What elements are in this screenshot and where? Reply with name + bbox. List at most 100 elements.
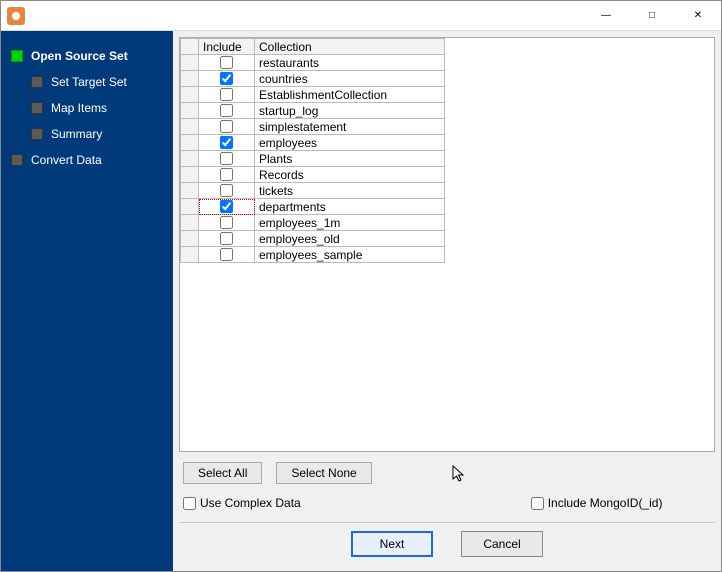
step-indicator-icon bbox=[31, 102, 43, 114]
next-button[interactable]: Next bbox=[351, 531, 433, 557]
row-header-corner bbox=[181, 39, 199, 55]
step-label: Convert Data bbox=[31, 153, 102, 167]
use-complex-data-label: Use Complex Data bbox=[200, 496, 301, 510]
table-row[interactable]: employees bbox=[181, 135, 445, 151]
use-complex-data-option[interactable]: Use Complex Data bbox=[183, 496, 301, 510]
include-cell[interactable] bbox=[199, 183, 255, 199]
row-header[interactable] bbox=[181, 151, 199, 167]
row-header[interactable] bbox=[181, 167, 199, 183]
table-row[interactable]: employees_1m bbox=[181, 215, 445, 231]
collection-name-cell[interactable]: EstablishmentCollection bbox=[255, 87, 445, 103]
table-row[interactable]: startup_log bbox=[181, 103, 445, 119]
include-cell[interactable] bbox=[199, 55, 255, 71]
collection-name-cell[interactable]: employees_old bbox=[255, 231, 445, 247]
table-row[interactable]: simplestatement bbox=[181, 119, 445, 135]
main-panel: Include Collection restaurantscountriesE… bbox=[173, 31, 721, 571]
row-header[interactable] bbox=[181, 87, 199, 103]
collection-name-cell[interactable]: employees_sample bbox=[255, 247, 445, 263]
include-cell[interactable] bbox=[199, 215, 255, 231]
include-cell[interactable] bbox=[199, 103, 255, 119]
select-none-button[interactable]: Select None bbox=[276, 462, 371, 484]
row-header[interactable] bbox=[181, 119, 199, 135]
collection-name-cell[interactable]: startup_log bbox=[255, 103, 445, 119]
include-cell[interactable] bbox=[199, 135, 255, 151]
window-controls: — □ ✕ bbox=[583, 1, 721, 31]
include-checkbox[interactable] bbox=[220, 152, 233, 165]
include-cell[interactable] bbox=[199, 231, 255, 247]
row-header[interactable] bbox=[181, 103, 199, 119]
row-header[interactable] bbox=[181, 71, 199, 87]
include-checkbox[interactable] bbox=[220, 136, 233, 149]
wizard-steps-sidebar: Open Source Set Set Target Set Map Items Su… bbox=[1, 31, 173, 571]
step-label: Summary bbox=[51, 127, 102, 141]
include-checkbox[interactable] bbox=[220, 216, 233, 229]
collection-name-cell[interactable]: countries bbox=[255, 71, 445, 87]
column-header-include[interactable]: Include bbox=[199, 39, 255, 55]
collections-table: Include Collection restaurantscountriesE… bbox=[180, 38, 445, 263]
wizard-step[interactable]: Map Items bbox=[9, 95, 165, 121]
collection-name-cell[interactable]: restaurants bbox=[255, 55, 445, 71]
include-checkbox[interactable] bbox=[220, 88, 233, 101]
include-checkbox[interactable] bbox=[220, 120, 233, 133]
include-cell[interactable] bbox=[199, 71, 255, 87]
include-cell[interactable] bbox=[199, 167, 255, 183]
use-complex-data-checkbox[interactable] bbox=[183, 497, 196, 510]
titlebar: — □ ✕ bbox=[1, 1, 721, 31]
include-checkbox[interactable] bbox=[220, 200, 233, 213]
include-checkbox[interactable] bbox=[220, 56, 233, 69]
collection-name-cell[interactable]: employees bbox=[255, 135, 445, 151]
include-cell[interactable] bbox=[199, 151, 255, 167]
step-label: Open Source Set bbox=[31, 49, 128, 63]
include-cell[interactable] bbox=[199, 247, 255, 263]
include-mongoid-option[interactable]: Include MongoID(_id) bbox=[531, 496, 663, 510]
include-cell[interactable] bbox=[199, 87, 255, 103]
wizard-step[interactable]: Convert Data bbox=[9, 147, 165, 173]
collection-name-cell[interactable]: simplestatement bbox=[255, 119, 445, 135]
collection-name-cell[interactable]: tickets bbox=[255, 183, 445, 199]
cancel-button[interactable]: Cancel bbox=[461, 531, 543, 557]
step-indicator-icon bbox=[11, 50, 23, 62]
table-row[interactable]: departments bbox=[181, 199, 445, 215]
collection-name-cell[interactable]: employees_1m bbox=[255, 215, 445, 231]
table-row[interactable]: Plants bbox=[181, 151, 445, 167]
row-header[interactable] bbox=[181, 247, 199, 263]
wizard-step[interactable]: Summary bbox=[9, 121, 165, 147]
maximize-button[interactable]: □ bbox=[629, 1, 675, 31]
row-header[interactable] bbox=[181, 231, 199, 247]
include-checkbox[interactable] bbox=[220, 184, 233, 197]
include-checkbox[interactable] bbox=[220, 72, 233, 85]
collection-name-cell[interactable]: Plants bbox=[255, 151, 445, 167]
table-row[interactable]: countries bbox=[181, 71, 445, 87]
column-header-collection[interactable]: Collection bbox=[255, 39, 445, 55]
include-mongoid-checkbox[interactable] bbox=[531, 497, 544, 510]
wizard-step[interactable]: Open Source Set bbox=[9, 43, 165, 69]
close-button[interactable]: ✕ bbox=[675, 1, 721, 31]
table-row[interactable]: restaurants bbox=[181, 55, 445, 71]
include-checkbox[interactable] bbox=[220, 104, 233, 117]
step-indicator-icon bbox=[31, 128, 43, 140]
table-row[interactable]: Records bbox=[181, 167, 445, 183]
row-header[interactable] bbox=[181, 199, 199, 215]
select-all-button[interactable]: Select All bbox=[183, 462, 262, 484]
include-checkbox[interactable] bbox=[220, 168, 233, 181]
table-row[interactable]: employees_sample bbox=[181, 247, 445, 263]
collections-table-wrap[interactable]: Include Collection restaurantscountriesE… bbox=[179, 37, 715, 452]
include-cell[interactable] bbox=[199, 119, 255, 135]
row-header[interactable] bbox=[181, 135, 199, 151]
footer-buttons: Next Cancel bbox=[179, 522, 715, 565]
wizard-step[interactable]: Set Target Set bbox=[9, 69, 165, 95]
minimize-button[interactable]: — bbox=[583, 1, 629, 31]
include-checkbox[interactable] bbox=[220, 248, 233, 261]
collection-name-cell[interactable]: Records bbox=[255, 167, 445, 183]
include-checkbox[interactable] bbox=[220, 232, 233, 245]
step-indicator-icon bbox=[11, 154, 23, 166]
step-label: Map Items bbox=[51, 101, 107, 115]
include-cell[interactable] bbox=[199, 199, 255, 215]
table-row[interactable]: tickets bbox=[181, 183, 445, 199]
collection-name-cell[interactable]: departments bbox=[255, 199, 445, 215]
row-header[interactable] bbox=[181, 55, 199, 71]
table-row[interactable]: EstablishmentCollection bbox=[181, 87, 445, 103]
row-header[interactable] bbox=[181, 215, 199, 231]
table-row[interactable]: employees_old bbox=[181, 231, 445, 247]
row-header[interactable] bbox=[181, 183, 199, 199]
